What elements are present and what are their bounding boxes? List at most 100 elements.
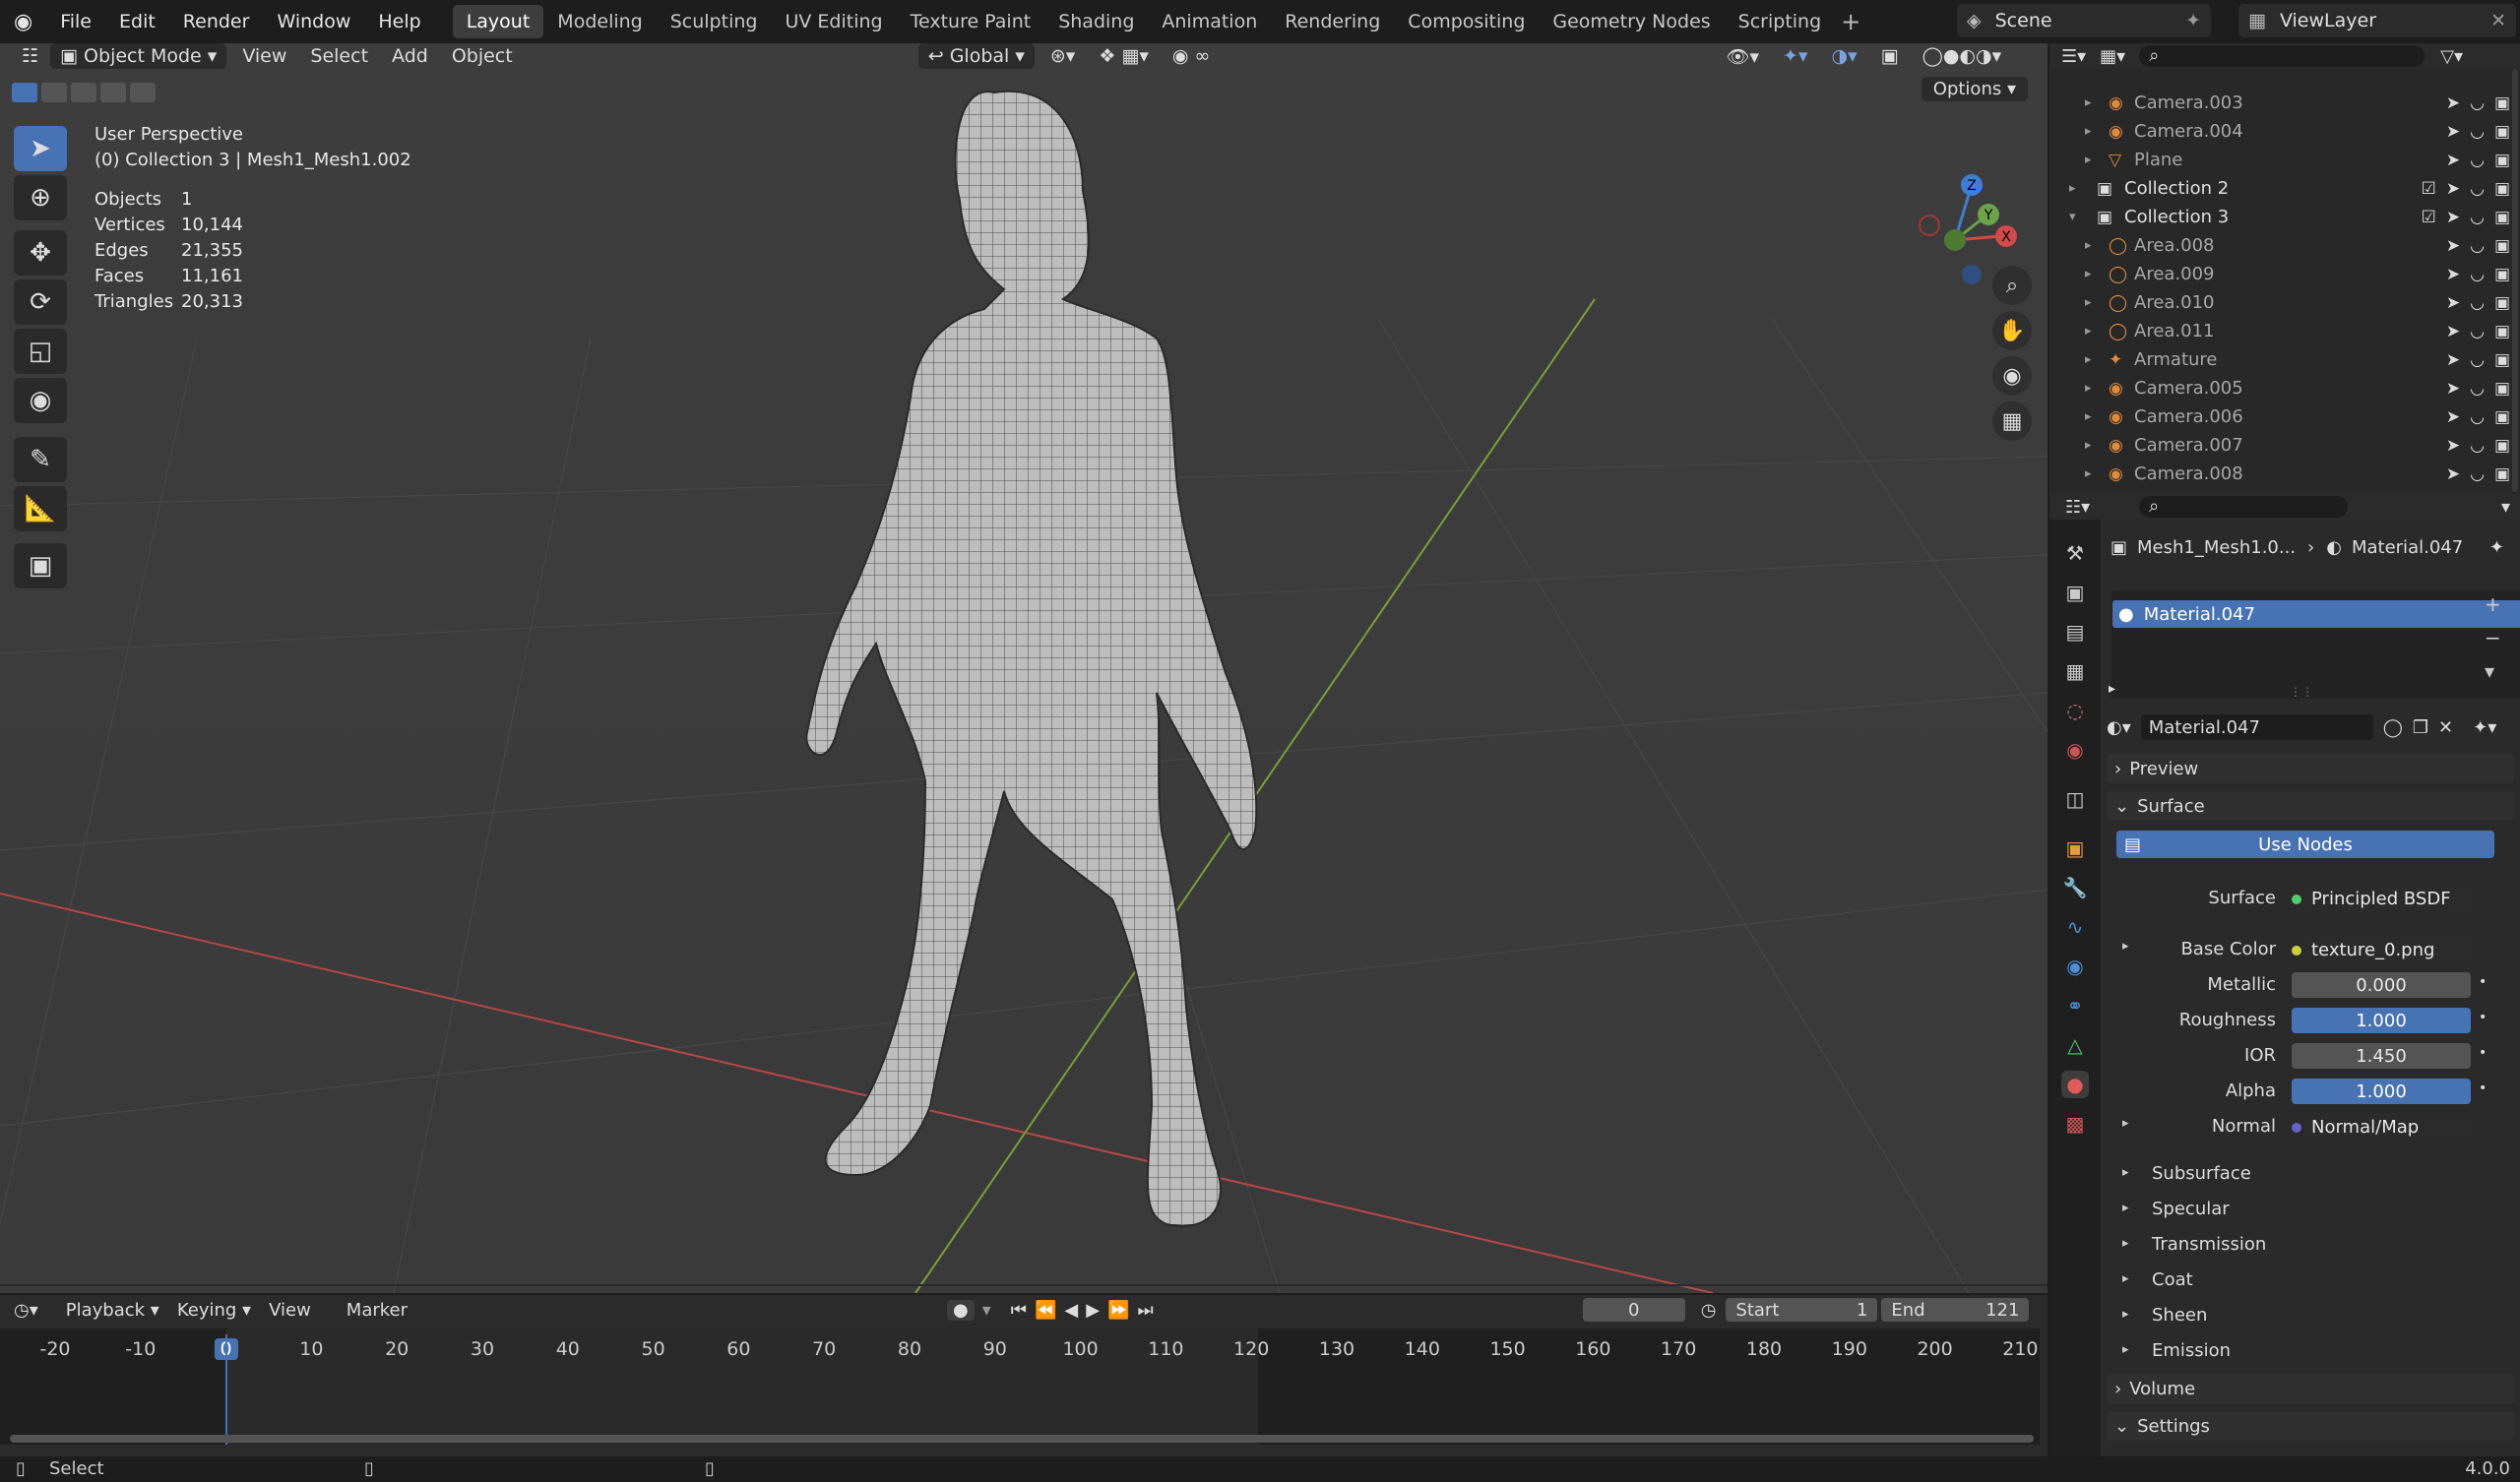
eye-icon[interactable]: ◡: [2470, 179, 2485, 199]
expand-icon[interactable]: ▸: [2122, 1201, 2129, 1215]
expand-icon[interactable]: ▸: [2122, 1307, 2129, 1322]
field-value[interactable]: 1.450: [2292, 1043, 2471, 1069]
select-mode-icons[interactable]: [12, 83, 156, 102]
expand-arrow-icon[interactable]: ▸: [2085, 95, 2092, 110]
select-icon[interactable]: ➤: [2446, 379, 2460, 399]
gizmo-toggle-icon[interactable]: ✦▾: [1771, 43, 1819, 69]
field-value[interactable]: texture_0.png: [2305, 937, 2471, 962]
select-icon[interactable]: ➤: [2446, 350, 2460, 370]
camera-view-icon[interactable]: ◉: [1992, 356, 2032, 396]
field-value[interactable]: 1.000: [2292, 1079, 2471, 1104]
physics-tab-icon[interactable]: ◉: [2061, 953, 2089, 980]
select-icon[interactable]: ➤: [2446, 122, 2460, 142]
output-tab-icon[interactable]: ▤: [2061, 618, 2089, 646]
record-menu-icon[interactable]: ▾: [982, 1300, 991, 1321]
select-icon[interactable]: ➤: [2446, 265, 2460, 284]
select-icon[interactable]: ➤: [2446, 236, 2460, 256]
expand-arrow-icon[interactable]: ▸: [2085, 238, 2092, 253]
outliner-row[interactable]: ▸ ◯ Area.009 ➤ ◡ ▣: [2049, 260, 2520, 288]
outliner-row[interactable]: ▸ ◯ Area.008 ➤ ◡ ▣: [2049, 231, 2520, 260]
outliner-search-input[interactable]: ⌕: [2139, 45, 2426, 67]
surface-panel-header[interactable]: ⌄ Surface: [2107, 791, 2514, 821]
menu-playback[interactable]: Playback ▾: [66, 1300, 159, 1321]
scene-selector[interactable]: ◈ Scene ✦: [1957, 4, 2211, 37]
expand-arrow-icon[interactable]: ▸: [2085, 352, 2092, 367]
properties-search-input[interactable]: ⌕: [2139, 496, 2349, 518]
outliner-row[interactable]: ▸ ◉ Camera.005 ➤ ◡ ▣: [2049, 374, 2520, 402]
expand-arrow-icon[interactable]: ▸: [2085, 124, 2092, 139]
material-browse-icon[interactable]: ◐▾: [2107, 717, 2131, 738]
zoom-icon[interactable]: ⌕: [1992, 266, 2032, 305]
camera-render-icon[interactable]: ▣: [2494, 208, 2510, 227]
expand-arrow-icon[interactable]: ▸: [2085, 153, 2092, 167]
field-value[interactable]: Normal/Map: [2305, 1114, 2471, 1140]
end-frame-field[interactable]: End 121: [1881, 1298, 2030, 1322]
workspace-tab-compositing[interactable]: Compositing: [1394, 5, 1539, 38]
eye-icon[interactable]: ◡: [2470, 151, 2485, 170]
camera-render-icon[interactable]: ▣: [2494, 93, 2510, 113]
outliner-item-name[interactable]: Camera.005: [2134, 378, 2243, 399]
pan-hand-icon[interactable]: ✋: [1992, 311, 2032, 350]
expand-arrow-icon[interactable]: ▸: [2085, 438, 2092, 453]
outliner-row[interactable]: ▸ ◉ Camera.004 ➤ ◡ ▣: [2049, 117, 2520, 146]
pivot-icon[interactable]: ⊛▾: [1039, 43, 1087, 69]
select-icon[interactable]: ➤: [2446, 208, 2460, 227]
slot-menu-icon[interactable]: ▾: [2485, 659, 2501, 683]
subpanel-coat[interactable]: Coat: [2152, 1269, 2193, 1290]
expand-arrow-icon[interactable]: ▸: [2085, 324, 2092, 339]
overlay-toggle-icon[interactable]: ◑▾: [1820, 43, 1869, 69]
eye-icon[interactable]: ◡: [2470, 208, 2485, 227]
expand-arrow-icon[interactable]: ▸: [2085, 466, 2092, 481]
constraints-tab-icon[interactable]: ⚭: [2061, 992, 2089, 1019]
keyframe-dot-icon[interactable]: •: [2479, 1045, 2487, 1061]
camera-render-icon[interactable]: ▣: [2494, 464, 2510, 484]
eye-icon[interactable]: ◡: [2470, 265, 2485, 284]
checkbox-icon[interactable]: ☑: [2422, 208, 2436, 227]
preview-panel-header[interactable]: › Preview: [2107, 754, 2514, 783]
outliner-item-name[interactable]: Camera.007: [2134, 435, 2243, 456]
outliner-row[interactable]: ▸ ◯ Area.011 ➤ ◡ ▣: [2049, 317, 2520, 345]
display-mode-icon[interactable]: ▦▾: [2100, 46, 2125, 67]
menu-add[interactable]: Add: [380, 43, 440, 69]
select-tool-icon[interactable]: ➤: [14, 126, 67, 171]
menu-view[interactable]: View: [230, 43, 298, 69]
outliner-item-name[interactable]: Plane: [2134, 150, 2182, 170]
cursor-tool-icon[interactable]: ⊕: [14, 175, 67, 220]
menu-edit[interactable]: Edit: [105, 11, 169, 32]
render-tab-icon[interactable]: ▣: [2061, 579, 2089, 606]
chevron-down-icon[interactable]: ▾: [2501, 497, 2510, 518]
expand-icon[interactable]: ▸: [2122, 1165, 2129, 1180]
world-tab-icon[interactable]: ◉: [2061, 736, 2089, 764]
rotate-tool-icon[interactable]: ⟳: [14, 279, 67, 325]
orientation-selector[interactable]: ↩ Global ▾: [917, 43, 1035, 69]
transform-tool-icon[interactable]: ◉: [14, 378, 67, 423]
camera-render-icon[interactable]: ▣: [2494, 322, 2510, 341]
workspace-tab-shading[interactable]: Shading: [1044, 5, 1148, 38]
expand-icon[interactable]: ▸: [2122, 1342, 2129, 1357]
outliner-row[interactable]: ▸ ▣ Collection 2 ☑ ➤ ◡ ▣: [2049, 174, 2520, 203]
current-frame-field[interactable]: 0: [1582, 1298, 1685, 1322]
duplicate-icon[interactable]: ❐: [2413, 717, 2428, 738]
camera-render-icon[interactable]: ▣: [2494, 293, 2510, 313]
expand-arrow-icon[interactable]: ▸: [2069, 181, 2076, 196]
expand-arrow-icon[interactable]: ▸: [2085, 267, 2092, 281]
tool-tab-icon[interactable]: ⚒: [2061, 539, 2089, 567]
menu-keying[interactable]: Keying ▾: [177, 1300, 251, 1321]
camera-render-icon[interactable]: ▣: [2494, 379, 2510, 399]
expand-arrow-icon[interactable]: ▸: [2085, 409, 2092, 424]
outliner-item-name[interactable]: Area.010: [2134, 292, 2215, 313]
workspace-tab-texture-paint[interactable]: Texture Paint: [897, 5, 1045, 38]
outliner-row[interactable]: ▸ ✦ Armature ➤ ◡ ▣: [2049, 345, 2520, 374]
expand-icon[interactable]: ▸: [2109, 681, 2115, 697]
camera-render-icon[interactable]: ▣: [2494, 350, 2510, 370]
add-workspace-icon[interactable]: +: [1841, 8, 1860, 35]
select-icon[interactable]: ➤: [2446, 464, 2460, 484]
camera-render-icon[interactable]: ▣: [2494, 265, 2510, 284]
outliner-row[interactable]: ▸ ◯ Area.010 ➤ ◡ ▣: [2049, 288, 2520, 317]
remove-slot-icon[interactable]: −: [2485, 626, 2501, 649]
blender-logo-icon[interactable]: ◉: [0, 10, 46, 34]
outliner-item-name[interactable]: Collection 2: [2124, 178, 2229, 199]
workspace-tab-sculpting[interactable]: Sculpting: [657, 5, 772, 38]
field-value[interactable]: Principled BSDF: [2305, 886, 2471, 911]
outliner-row[interactable]: ▸ ◉ Camera.007 ➤ ◡ ▣: [2049, 431, 2520, 460]
